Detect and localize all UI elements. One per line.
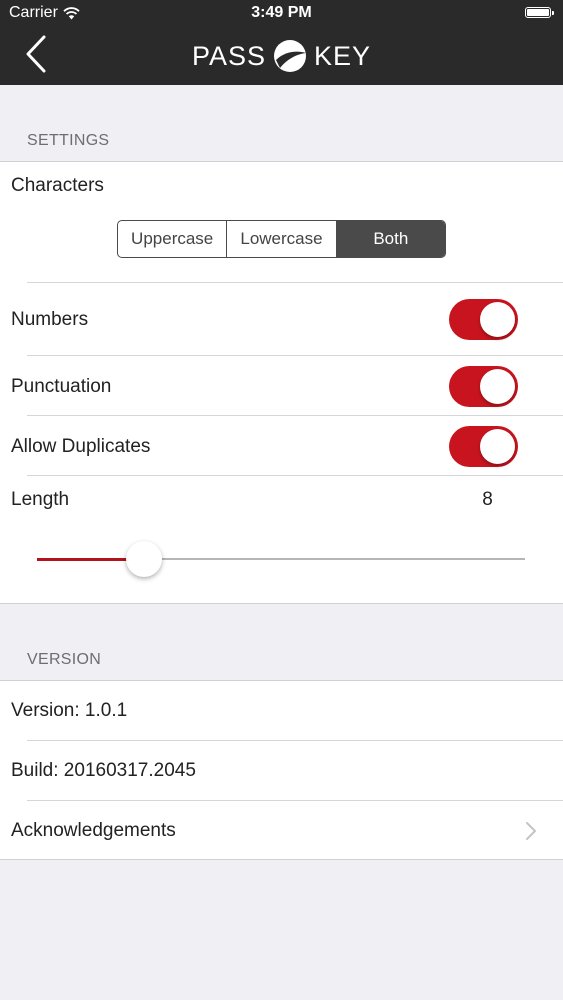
characters-label: Characters bbox=[11, 175, 104, 196]
key-logo-icon bbox=[274, 40, 306, 72]
length-value: 8 bbox=[482, 489, 493, 510]
settings-group: Characters Uppercase Lowercase Both Numb… bbox=[0, 161, 563, 604]
numbers-toggle[interactable] bbox=[449, 299, 518, 340]
length-slider[interactable] bbox=[0, 537, 563, 581]
version-group: Version: 1.0.1 Build: 20160317.2045 Ackn… bbox=[0, 680, 563, 860]
chevron-right-icon bbox=[526, 822, 536, 840]
allow-duplicates-label: Allow Duplicates bbox=[11, 436, 151, 457]
allow-duplicates-toggle[interactable] bbox=[449, 426, 518, 467]
settings-section-header: SETTINGS bbox=[27, 132, 110, 149]
segment-uppercase[interactable]: Uppercase bbox=[118, 221, 228, 257]
battery-icon bbox=[525, 7, 554, 18]
slider-track-empty bbox=[144, 558, 525, 560]
separator bbox=[27, 282, 563, 283]
length-label: Length bbox=[11, 489, 70, 510]
segment-both[interactable]: Both bbox=[336, 221, 445, 257]
status-time: 3:49 PM bbox=[251, 4, 312, 21]
numbers-label: Numbers bbox=[11, 309, 89, 330]
logo-text-right: KEY bbox=[314, 40, 372, 71]
navigation-bar: Carrier 3:49 PM PASS KEY bbox=[0, 0, 563, 85]
app-logo: PASS KEY bbox=[0, 38, 563, 74]
punctuation-toggle[interactable] bbox=[449, 366, 518, 407]
acknowledgements-label: Acknowledgements bbox=[11, 820, 176, 841]
logo-text-left: PASS bbox=[191, 40, 266, 71]
version-text: Version: 1.0.1 bbox=[11, 700, 128, 721]
segment-lowercase[interactable]: Lowercase bbox=[227, 221, 337, 257]
separator bbox=[27, 415, 563, 416]
version-section-header: VERSION bbox=[27, 651, 102, 668]
build-text: Build: 20160317.2045 bbox=[11, 760, 196, 781]
characters-segmented-control[interactable]: Uppercase Lowercase Both bbox=[117, 220, 446, 258]
acknowledgements-row[interactable]: Acknowledgements bbox=[0, 801, 563, 860]
punctuation-label: Punctuation bbox=[11, 376, 112, 397]
separator bbox=[27, 475, 563, 476]
separator bbox=[27, 740, 563, 741]
separator bbox=[27, 355, 563, 356]
slider-thumb[interactable] bbox=[126, 541, 163, 577]
